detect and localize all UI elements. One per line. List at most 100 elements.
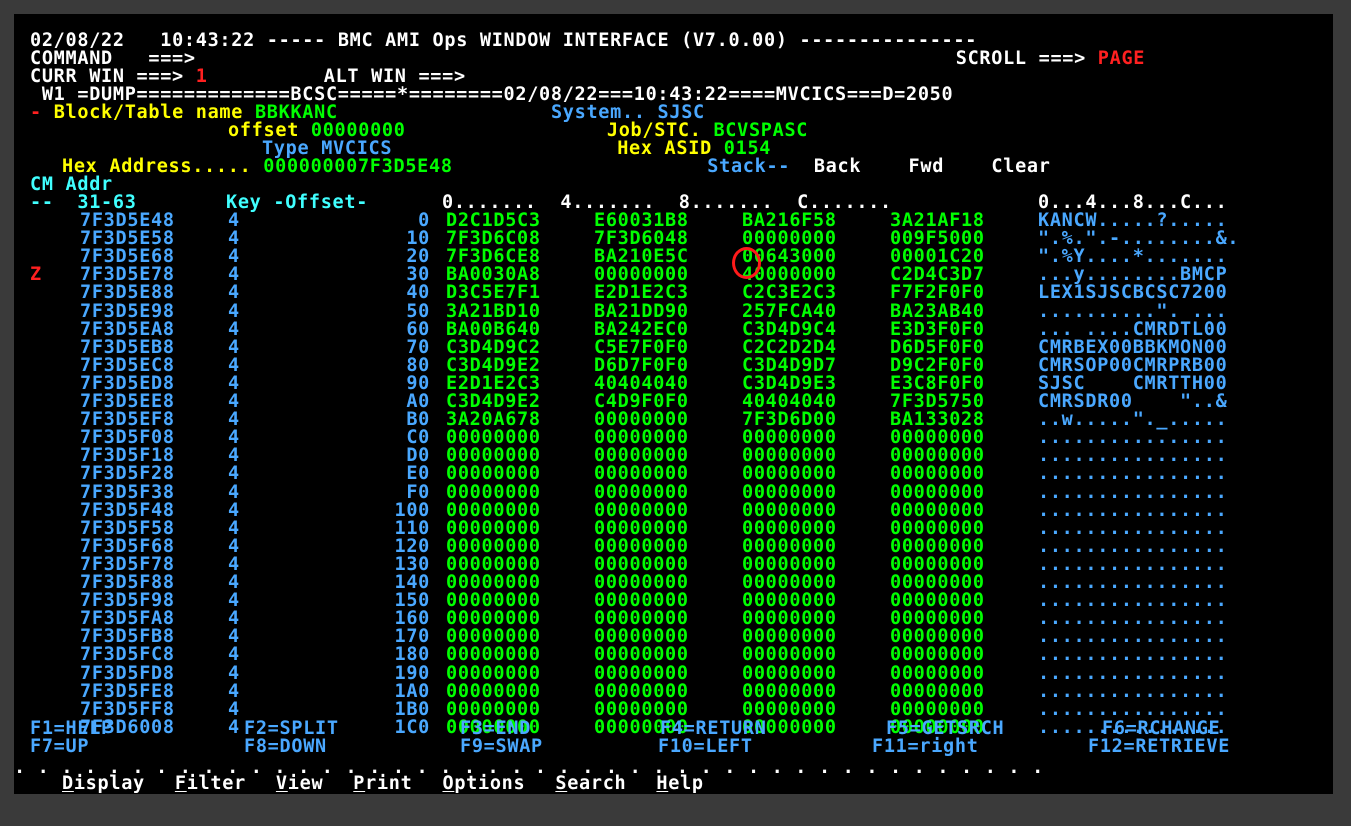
- menu-filter[interactable]: Filter: [175, 774, 246, 793]
- row-word-2[interactable]: 00000000: [594, 646, 742, 665]
- menu-print[interactable]: Print: [353, 773, 413, 794]
- menu-mnemonic: O: [442, 773, 455, 794]
- fwd-button[interactable]: Fwd: [909, 156, 945, 177]
- fkey-f12[interactable]: F12=RETRIEVE: [1088, 737, 1288, 756]
- row-word-1[interactable]: 00000000: [446, 465, 594, 484]
- table-row: 7F3D5E98 4 50 3A21BD10 BA21DD90 257FCA40 BA23A…: [30, 300, 1227, 322]
- row-word-4[interactable]: 00000000: [890, 465, 1038, 484]
- row-word-2[interactable]: BA242EC0: [594, 320, 742, 339]
- row-word-1[interactable]: BA00B640: [446, 320, 594, 339]
- fkey-f9[interactable]: F9=SWAP: [460, 737, 658, 756]
- row-offset: 80: [406, 354, 430, 376]
- row-word-2[interactable]: 00000000: [594, 483, 742, 502]
- terminal-screen: 02/08/22 10:43:22 ----- BMC AMI Ops WIND…: [14, 14, 1333, 794]
- block-marker: -: [30, 102, 42, 123]
- row-ascii: LEX1SJSCBCSC7200: [1038, 282, 1228, 304]
- row-offset: 50: [406, 300, 430, 322]
- row-word-1[interactable]: 3A21BD10: [446, 302, 594, 321]
- row-offset: 100: [394, 499, 430, 521]
- row-offset: C0: [406, 427, 430, 449]
- row-key: 4: [228, 499, 240, 521]
- row-word-4[interactable]: F7F2F0F0: [890, 284, 1038, 303]
- row-address: 7F3D5F28: [80, 463, 175, 485]
- menu-search[interactable]: Search: [555, 773, 626, 794]
- row-ascii: ................: [1038, 662, 1228, 684]
- fkey-f8[interactable]: F8=DOWN: [244, 737, 460, 756]
- row-word-1[interactable]: 00000000: [446, 646, 594, 665]
- fkey-f7[interactable]: F7=UP: [30, 737, 244, 756]
- row-word-2[interactable]: 00000000: [594, 501, 742, 520]
- row-word-1[interactable]: D3C5E7F1: [446, 284, 594, 303]
- row-address: 7F3D5FC8: [80, 644, 175, 666]
- row-word-3[interactable]: 00000000: [742, 465, 890, 484]
- menu-mnemonic: S: [555, 773, 568, 794]
- row-ascii: ................: [1038, 644, 1228, 666]
- fkey-f10[interactable]: F10=LEFT: [658, 737, 872, 756]
- block-label: Block/Table name: [53, 102, 244, 123]
- row-offset: 40: [406, 282, 430, 304]
- row-word-3[interactable]: 00000000: [742, 664, 890, 683]
- row-word-3[interactable]: C2C3E2C3: [742, 284, 890, 303]
- row-word-3[interactable]: 00000000: [742, 682, 890, 701]
- menu-label: elp: [668, 773, 704, 794]
- row-ascii: ... ....CMRDTL00: [1038, 318, 1228, 340]
- clear-button[interactable]: Clear: [991, 156, 1050, 177]
- menu-label: isplay: [73, 773, 145, 794]
- row-word-1[interactable]: 00000000: [446, 682, 594, 701]
- row-word-4[interactable]: E3D3F0F0: [890, 320, 1038, 339]
- row-cm-field[interactable]: Z: [30, 265, 80, 284]
- row-word-2[interactable]: E2D1E2C3: [594, 284, 742, 303]
- row-offset: 1A0: [394, 680, 430, 702]
- row-address: 7F3D5E88: [80, 282, 175, 304]
- menu-view[interactable]: View: [276, 774, 323, 793]
- row-word-2[interactable]: 00000000: [594, 682, 742, 701]
- row-ascii: ................: [1038, 499, 1228, 521]
- row-word-3[interactable]: 257FCA40: [742, 302, 890, 321]
- table-row: 7F3D5EB8 4 70 C3D4D9C2 C5E7F0F0 C2C2D2D4 D6D5F…: [30, 336, 1227, 358]
- row-ascii: ................: [1038, 680, 1228, 702]
- table-row: 7F3D5F48 4 100 00000000 00000000 00000000 0000…: [30, 499, 1228, 521]
- row-word-4[interactable]: 00000000: [890, 646, 1038, 665]
- fkeys-row-2: F7=UP F8=DOWN F9=SWAP F10=LEFT F11=right F12=…: [30, 737, 1288, 756]
- row-word-4[interactable]: 00000000: [890, 664, 1038, 683]
- hex-address-line: Hex Address..... 000000007F3D5E48 Stack--…: [62, 156, 1051, 177]
- menu-options[interactable]: Options: [442, 773, 525, 794]
- row-word-3[interactable]: 00000000: [742, 483, 890, 502]
- row-offset: 10: [406, 228, 430, 250]
- table-row: 7F3D5F38 4 F0 00000000 00000000 00000000 00000…: [30, 481, 1227, 503]
- menu-help[interactable]: Help: [656, 773, 704, 794]
- menu-display[interactable]: Display: [62, 773, 145, 794]
- row-word-4[interactable]: 00000000: [890, 682, 1038, 701]
- menu-label: rint: [365, 773, 413, 794]
- row-address: 7F3D5F38: [80, 481, 175, 503]
- row-word-1[interactable]: 00000000: [446, 483, 594, 502]
- row-word-3[interactable]: C3D4D9C4: [742, 320, 890, 339]
- row-word-4[interactable]: 00000000: [890, 483, 1038, 502]
- row-offset: 70: [406, 336, 430, 358]
- row-word-3[interactable]: 00000000: [742, 646, 890, 665]
- row-word-1[interactable]: 00000000: [446, 664, 594, 683]
- table-row: 7F3D5F28 4 E0 00000000 00000000 00000000 00000…: [30, 463, 1227, 485]
- row-word-2[interactable]: 00000000: [594, 664, 742, 683]
- row-key: 4: [228, 680, 240, 702]
- menu-mnemonic: D: [62, 773, 74, 794]
- hex-address-value[interactable]: 000000007F3D5E48: [263, 157, 707, 176]
- scroll-value[interactable]: PAGE: [1098, 48, 1145, 69]
- back-button[interactable]: Back: [814, 156, 861, 177]
- row-word-1[interactable]: 00000000: [446, 501, 594, 520]
- row-offset: 90: [406, 372, 430, 394]
- row-word-4[interactable]: 00000000: [890, 501, 1038, 520]
- row-word-2[interactable]: 00000000: [594, 465, 742, 484]
- row-word-4[interactable]: BA23AB40: [890, 302, 1038, 321]
- row-offset: D0: [406, 445, 430, 467]
- table-row: 7F3D5FF8 4 1B0 00000000 00000000 00000000 0000…: [30, 700, 1227, 719]
- row-word-2[interactable]: BA21DD90: [594, 302, 742, 321]
- table-row: 7F3D5FD8 4 190 00000000 00000000 00000000 0000…: [30, 662, 1228, 684]
- row-key: 4: [228, 481, 240, 503]
- row-offset: F0: [406, 481, 430, 503]
- table-row: 7F3D5EA8 4 60 BA00B640 BA242EC0 C3D4D9C4 E3D3F…: [30, 318, 1228, 340]
- fkey-f11[interactable]: F11=right: [872, 737, 1088, 756]
- row-word-3[interactable]: 00000000: [742, 501, 890, 520]
- row-offset: 60: [406, 318, 430, 340]
- table-row: 7F3D5FE8 4 1A0 00000000 00000000 00000000 0000…: [30, 680, 1228, 702]
